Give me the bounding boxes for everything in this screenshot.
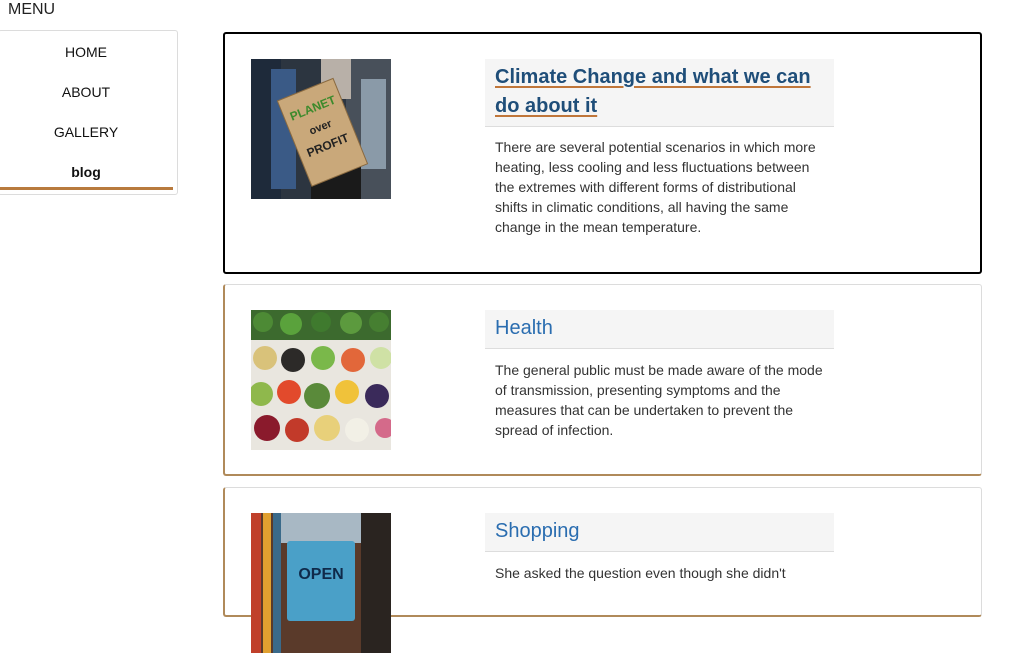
post-header: Climate Change and what we can do about … xyxy=(485,59,834,127)
post-title-link[interactable]: Shopping xyxy=(495,517,824,546)
post-header: Health xyxy=(485,310,834,349)
nav-item-gallery[interactable]: GALLERY xyxy=(0,124,173,140)
post-header: Shopping xyxy=(485,513,834,552)
nav-item-about[interactable]: ABOUT xyxy=(0,84,173,100)
nav-item-home[interactable]: HOME xyxy=(0,44,173,60)
nav-active-underline xyxy=(0,187,173,190)
post-title-link[interactable]: Climate Change and what we can do about … xyxy=(495,63,824,121)
sign-text-open: OPEN xyxy=(298,566,343,583)
post-card-health: Health The general public must be made a… xyxy=(223,284,982,476)
open-sign-image: OPEN xyxy=(251,513,391,653)
nav-item-blog[interactable]: blog xyxy=(0,164,173,180)
post-title-link[interactable]: Health xyxy=(495,314,824,343)
protest-sign-image: PLANET over PROFIT xyxy=(251,59,391,199)
post-excerpt: She asked the question even though she d… xyxy=(495,565,786,581)
menu-title: MENU xyxy=(8,1,56,18)
vegetable-bowls-image xyxy=(251,310,391,450)
post-excerpt: There are several potential scenarios in… xyxy=(495,139,816,235)
side-nav: HOME ABOUT GALLERY blog xyxy=(0,30,178,195)
post-card-shopping: OPEN Shopping She asked the question eve… xyxy=(223,487,982,653)
post-excerpt: The general public must be made aware of… xyxy=(495,362,823,438)
post-card-climate: PLANET over PROFIT Climate Change and wh… xyxy=(223,32,982,274)
